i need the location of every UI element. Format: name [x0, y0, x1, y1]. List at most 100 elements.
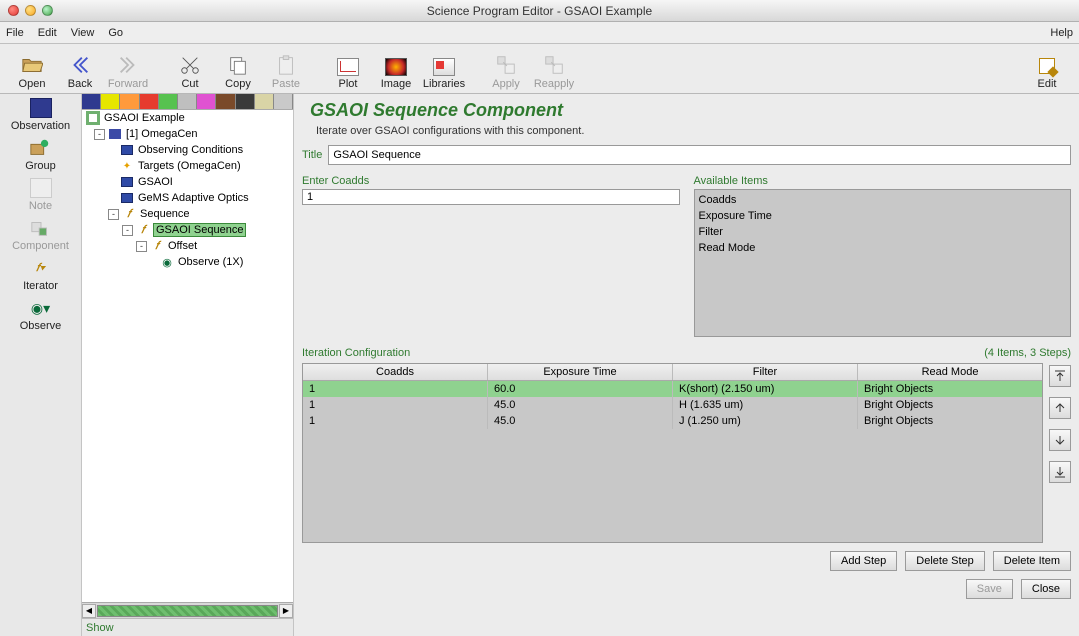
libraries-button[interactable]: Libraries	[420, 58, 468, 90]
table-cell[interactable]: K(short) (2.150 um)	[673, 381, 858, 397]
copy-button[interactable]: Copy	[214, 54, 262, 90]
color-swatch[interactable]	[140, 94, 159, 109]
list-item[interactable]: Filter	[699, 224, 1067, 240]
tree-node-observe[interactable]: ◉Observe (1X)	[82, 254, 293, 270]
list-item[interactable]: Coadds	[699, 192, 1067, 208]
collapse-icon[interactable]: -	[108, 209, 119, 220]
color-swatch[interactable]	[255, 94, 274, 109]
move-bottom-button[interactable]	[1049, 461, 1071, 483]
column-header[interactable]: Coadds	[303, 364, 488, 380]
table-cell[interactable]: 45.0	[488, 413, 673, 429]
title-field-label: Title	[302, 149, 322, 161]
list-item[interactable]: Exposure Time	[699, 208, 1067, 224]
program-tree[interactable]: GSAOI Example -[1] OmegaCen Observing Co…	[82, 110, 293, 602]
title-input[interactable]	[328, 145, 1071, 165]
plot-button[interactable]: Plot	[324, 58, 372, 90]
color-swatch[interactable]	[197, 94, 216, 109]
menu-file[interactable]: File	[6, 27, 24, 39]
tree-node-observing-conditions[interactable]: Observing Conditions	[82, 142, 293, 158]
table-cell[interactable]: Bright Objects	[858, 397, 1042, 413]
scroll-left-icon[interactable]: ◀	[82, 604, 96, 618]
move-down-button[interactable]	[1049, 429, 1071, 451]
menu-help[interactable]: Help	[1050, 27, 1073, 39]
menu-view[interactable]: View	[71, 27, 95, 39]
palette-note: Note	[29, 178, 52, 212]
palette-observation-label: Observation	[11, 120, 70, 132]
table-cell[interactable]: J (1.250 um)	[673, 413, 858, 429]
add-step-button[interactable]: Add Step	[830, 551, 897, 571]
column-header[interactable]: Exposure Time	[488, 364, 673, 380]
copy-label: Copy	[225, 78, 251, 90]
tree-root[interactable]: GSAOI Example	[82, 110, 293, 126]
main: Observation Group Note Component 𝑓▾ Iter…	[0, 94, 1079, 636]
color-swatch[interactable]	[178, 94, 197, 109]
menu-edit[interactable]: Edit	[38, 27, 57, 39]
paste-label: Paste	[272, 78, 300, 90]
color-swatch[interactable]	[120, 94, 139, 109]
table-cell[interactable]: Bright Objects	[858, 381, 1042, 397]
tree-hscrollbar[interactable]: ◀ ▶	[82, 602, 293, 618]
observation-icon	[30, 98, 52, 118]
table-cell[interactable]: 1	[303, 381, 488, 397]
scroll-track[interactable]	[97, 605, 278, 617]
tree-node-sequence[interactable]: -𝑓Sequence	[82, 206, 293, 222]
paste-button: Paste	[262, 54, 310, 90]
table-cell[interactable]: 60.0	[488, 381, 673, 397]
collapse-icon[interactable]: -	[122, 225, 133, 236]
color-swatch[interactable]	[159, 94, 178, 109]
delete-item-button[interactable]: Delete Item	[993, 551, 1071, 571]
titlebar: Science Program Editor - GSAOI Example	[0, 0, 1079, 22]
tree-node-gsaoi[interactable]: GSAOI	[82, 174, 293, 190]
iteration-table[interactable]: CoaddsExposure TimeFilterRead Mode 160.0…	[302, 363, 1043, 543]
move-top-button[interactable]	[1049, 365, 1071, 387]
save-button: Save	[966, 579, 1013, 599]
list-item[interactable]: Read Mode	[699, 240, 1067, 256]
color-swatch[interactable]	[236, 94, 255, 109]
back-button[interactable]: Back	[56, 54, 104, 90]
palette-observation[interactable]: Observation	[11, 98, 70, 132]
menu-go[interactable]: Go	[108, 27, 123, 39]
table-cell[interactable]: H (1.635 um)	[673, 397, 858, 413]
palette-group[interactable]: Group	[25, 138, 56, 172]
collapse-icon[interactable]: -	[94, 129, 105, 140]
tree-node-gsaoi-sequence[interactable]: -𝑓GSAOI Sequence	[82, 222, 293, 238]
table-row[interactable]: 145.0H (1.635 um)Bright Objects	[303, 397, 1042, 413]
palette-iterator[interactable]: 𝑓▾ Iterator	[23, 258, 58, 292]
tree-node-gems[interactable]: GeMS Adaptive Optics	[82, 190, 293, 206]
color-swatch[interactable]	[216, 94, 235, 109]
color-filter-strip[interactable]	[82, 94, 293, 110]
table-cell[interactable]: 1	[303, 397, 488, 413]
delete-step-button[interactable]: Delete Step	[905, 551, 984, 571]
tree-node-targets[interactable]: ✦Targets (OmegaCen)	[82, 158, 293, 174]
column-header[interactable]: Read Mode	[858, 364, 1042, 380]
reapply-button: Reapply	[530, 54, 578, 90]
open-button[interactable]: Open	[8, 54, 56, 90]
color-swatch[interactable]	[82, 94, 101, 109]
table-cell[interactable]: 1	[303, 413, 488, 429]
color-swatch[interactable]	[101, 94, 120, 109]
palette-note-label: Note	[29, 200, 52, 212]
scroll-right-icon[interactable]: ▶	[279, 604, 293, 618]
tree-node-offset[interactable]: -𝑓Offset	[82, 238, 293, 254]
cut-button[interactable]: Cut	[166, 54, 214, 90]
table-cell[interactable]: 45.0	[488, 397, 673, 413]
table-row[interactable]: 160.0K(short) (2.150 um)Bright Objects	[303, 381, 1042, 397]
iterator-icon: 𝑓▾	[29, 258, 51, 278]
image-button[interactable]: Image	[372, 58, 420, 90]
color-swatch[interactable]	[274, 94, 293, 109]
coadds-input[interactable]	[302, 189, 680, 205]
column-header[interactable]: Filter	[673, 364, 858, 380]
edit-button[interactable]: Edit	[1023, 56, 1071, 90]
collapse-icon[interactable]: -	[136, 241, 147, 252]
available-items-list[interactable]: CoaddsExposure TimeFilterRead Mode	[694, 189, 1072, 337]
close-button[interactable]: Close	[1021, 579, 1071, 599]
menubar: File Edit View Go Help	[0, 22, 1079, 44]
move-up-button[interactable]	[1049, 397, 1071, 419]
table-row[interactable]: 145.0J (1.250 um)Bright Objects	[303, 413, 1042, 429]
palette-observe[interactable]: ◉▾ Observe	[20, 298, 62, 332]
forward-button: Forward	[104, 54, 152, 90]
show-filter-row[interactable]: Show	[82, 618, 293, 636]
iteration-config-label: Iteration Configuration	[302, 347, 410, 359]
tree-node-omegacen[interactable]: -[1] OmegaCen	[82, 126, 293, 142]
table-cell[interactable]: Bright Objects	[858, 413, 1042, 429]
